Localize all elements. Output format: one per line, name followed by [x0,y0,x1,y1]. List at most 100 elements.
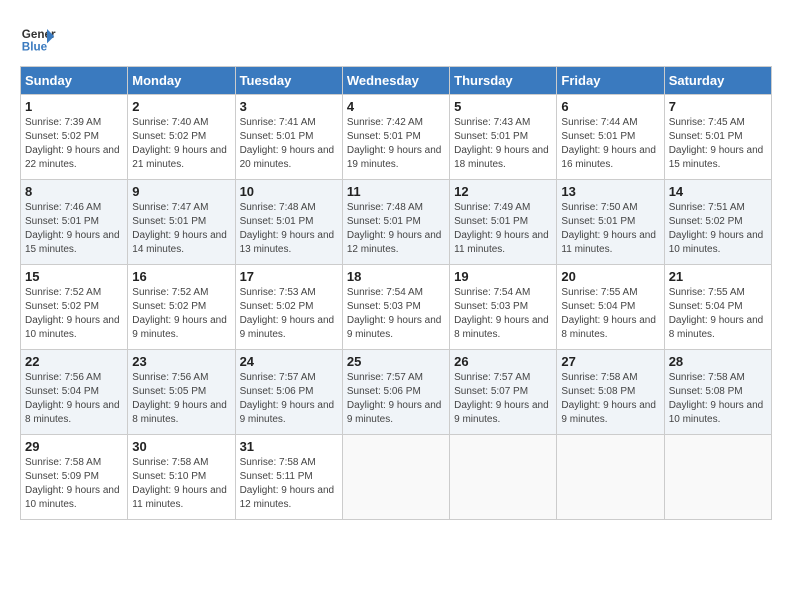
calendar-cell: 14 Sunrise: 7:51 AM Sunset: 5:02 PM Dayl… [664,180,771,265]
day-number: 14 [669,184,767,199]
calendar-cell: 9 Sunrise: 7:47 AM Sunset: 5:01 PM Dayli… [128,180,235,265]
day-number: 11 [347,184,445,199]
day-info: Sunrise: 7:58 AM Sunset: 5:08 PM Dayligh… [669,371,767,427]
day-info: Sunrise: 7:57 AM Sunset: 5:07 PM Dayligh… [454,371,552,427]
day-info: Sunrise: 7:57 AM Sunset: 5:06 PM Dayligh… [347,371,445,427]
weekday-header-thursday: Thursday [450,67,557,95]
day-info: Sunrise: 7:46 AM Sunset: 5:01 PM Dayligh… [25,201,123,257]
calendar-cell: 27 Sunrise: 7:58 AM Sunset: 5:08 PM Dayl… [557,350,664,435]
day-info: Sunrise: 7:49 AM Sunset: 5:01 PM Dayligh… [454,201,552,257]
calendar-cell: 15 Sunrise: 7:52 AM Sunset: 5:02 PM Dayl… [21,265,128,350]
weekday-header-tuesday: Tuesday [235,67,342,95]
calendar-cell: 26 Sunrise: 7:57 AM Sunset: 5:07 PM Dayl… [450,350,557,435]
day-number: 10 [240,184,338,199]
weekday-header-friday: Friday [557,67,664,95]
day-info: Sunrise: 7:40 AM Sunset: 5:02 PM Dayligh… [132,116,230,172]
calendar-cell: 16 Sunrise: 7:52 AM Sunset: 5:02 PM Dayl… [128,265,235,350]
calendar-cell: 30 Sunrise: 7:58 AM Sunset: 5:10 PM Dayl… [128,435,235,520]
day-number: 15 [25,269,123,284]
day-number: 24 [240,354,338,369]
day-number: 20 [561,269,659,284]
calendar-cell: 5 Sunrise: 7:43 AM Sunset: 5:01 PM Dayli… [450,95,557,180]
page-header: General Blue [20,20,772,56]
day-info: Sunrise: 7:48 AM Sunset: 5:01 PM Dayligh… [347,201,445,257]
day-info: Sunrise: 7:45 AM Sunset: 5:01 PM Dayligh… [669,116,767,172]
calendar-cell: 18 Sunrise: 7:54 AM Sunset: 5:03 PM Dayl… [342,265,449,350]
calendar-cell: 25 Sunrise: 7:57 AM Sunset: 5:06 PM Dayl… [342,350,449,435]
calendar-cell [342,435,449,520]
day-number: 17 [240,269,338,284]
day-info: Sunrise: 7:56 AM Sunset: 5:05 PM Dayligh… [132,371,230,427]
calendar-week-row: 1 Sunrise: 7:39 AM Sunset: 5:02 PM Dayli… [21,95,772,180]
day-number: 29 [25,439,123,454]
calendar-week-row: 22 Sunrise: 7:56 AM Sunset: 5:04 PM Dayl… [21,350,772,435]
day-number: 12 [454,184,552,199]
logo-icon: General Blue [20,20,56,56]
day-number: 4 [347,99,445,114]
calendar-cell: 3 Sunrise: 7:41 AM Sunset: 5:01 PM Dayli… [235,95,342,180]
day-number: 1 [25,99,123,114]
day-number: 22 [25,354,123,369]
day-info: Sunrise: 7:58 AM Sunset: 5:11 PM Dayligh… [240,456,338,512]
day-info: Sunrise: 7:54 AM Sunset: 5:03 PM Dayligh… [454,286,552,342]
calendar-week-row: 29 Sunrise: 7:58 AM Sunset: 5:09 PM Dayl… [21,435,772,520]
calendar-cell [450,435,557,520]
calendar-cell [664,435,771,520]
day-info: Sunrise: 7:58 AM Sunset: 5:08 PM Dayligh… [561,371,659,427]
day-number: 27 [561,354,659,369]
day-number: 9 [132,184,230,199]
day-info: Sunrise: 7:52 AM Sunset: 5:02 PM Dayligh… [25,286,123,342]
day-info: Sunrise: 7:42 AM Sunset: 5:01 PM Dayligh… [347,116,445,172]
day-number: 5 [454,99,552,114]
day-info: Sunrise: 7:50 AM Sunset: 5:01 PM Dayligh… [561,201,659,257]
day-info: Sunrise: 7:55 AM Sunset: 5:04 PM Dayligh… [669,286,767,342]
calendar-cell: 13 Sunrise: 7:50 AM Sunset: 5:01 PM Dayl… [557,180,664,265]
logo: General Blue [20,20,56,56]
calendar-week-row: 8 Sunrise: 7:46 AM Sunset: 5:01 PM Dayli… [21,180,772,265]
calendar-cell: 8 Sunrise: 7:46 AM Sunset: 5:01 PM Dayli… [21,180,128,265]
calendar-cell: 11 Sunrise: 7:48 AM Sunset: 5:01 PM Dayl… [342,180,449,265]
calendar-cell [557,435,664,520]
day-info: Sunrise: 7:54 AM Sunset: 5:03 PM Dayligh… [347,286,445,342]
day-number: 13 [561,184,659,199]
weekday-header-sunday: Sunday [21,67,128,95]
calendar-cell: 23 Sunrise: 7:56 AM Sunset: 5:05 PM Dayl… [128,350,235,435]
calendar-cell: 12 Sunrise: 7:49 AM Sunset: 5:01 PM Dayl… [450,180,557,265]
day-number: 7 [669,99,767,114]
day-info: Sunrise: 7:58 AM Sunset: 5:09 PM Dayligh… [25,456,123,512]
day-number: 3 [240,99,338,114]
calendar-cell: 4 Sunrise: 7:42 AM Sunset: 5:01 PM Dayli… [342,95,449,180]
calendar-cell: 7 Sunrise: 7:45 AM Sunset: 5:01 PM Dayli… [664,95,771,180]
day-info: Sunrise: 7:41 AM Sunset: 5:01 PM Dayligh… [240,116,338,172]
weekday-header-saturday: Saturday [664,67,771,95]
day-number: 31 [240,439,338,454]
weekday-header-row: SundayMondayTuesdayWednesdayThursdayFrid… [21,67,772,95]
calendar-week-row: 15 Sunrise: 7:52 AM Sunset: 5:02 PM Dayl… [21,265,772,350]
day-number: 23 [132,354,230,369]
day-info: Sunrise: 7:56 AM Sunset: 5:04 PM Dayligh… [25,371,123,427]
day-info: Sunrise: 7:55 AM Sunset: 5:04 PM Dayligh… [561,286,659,342]
calendar-cell: 10 Sunrise: 7:48 AM Sunset: 5:01 PM Dayl… [235,180,342,265]
calendar-cell: 1 Sunrise: 7:39 AM Sunset: 5:02 PM Dayli… [21,95,128,180]
calendar-cell: 2 Sunrise: 7:40 AM Sunset: 5:02 PM Dayli… [128,95,235,180]
svg-text:Blue: Blue [22,41,48,54]
day-info: Sunrise: 7:53 AM Sunset: 5:02 PM Dayligh… [240,286,338,342]
calendar-cell: 20 Sunrise: 7:55 AM Sunset: 5:04 PM Dayl… [557,265,664,350]
day-info: Sunrise: 7:47 AM Sunset: 5:01 PM Dayligh… [132,201,230,257]
calendar-cell: 6 Sunrise: 7:44 AM Sunset: 5:01 PM Dayli… [557,95,664,180]
day-info: Sunrise: 7:39 AM Sunset: 5:02 PM Dayligh… [25,116,123,172]
day-number: 26 [454,354,552,369]
day-info: Sunrise: 7:48 AM Sunset: 5:01 PM Dayligh… [240,201,338,257]
day-info: Sunrise: 7:57 AM Sunset: 5:06 PM Dayligh… [240,371,338,427]
day-number: 18 [347,269,445,284]
day-number: 8 [25,184,123,199]
weekday-header-wednesday: Wednesday [342,67,449,95]
day-info: Sunrise: 7:51 AM Sunset: 5:02 PM Dayligh… [669,201,767,257]
calendar-table: SundayMondayTuesdayWednesdayThursdayFrid… [20,66,772,520]
calendar-cell: 19 Sunrise: 7:54 AM Sunset: 5:03 PM Dayl… [450,265,557,350]
day-info: Sunrise: 7:58 AM Sunset: 5:10 PM Dayligh… [132,456,230,512]
calendar-cell: 17 Sunrise: 7:53 AM Sunset: 5:02 PM Dayl… [235,265,342,350]
calendar-cell: 29 Sunrise: 7:58 AM Sunset: 5:09 PM Dayl… [21,435,128,520]
weekday-header-monday: Monday [128,67,235,95]
day-info: Sunrise: 7:43 AM Sunset: 5:01 PM Dayligh… [454,116,552,172]
